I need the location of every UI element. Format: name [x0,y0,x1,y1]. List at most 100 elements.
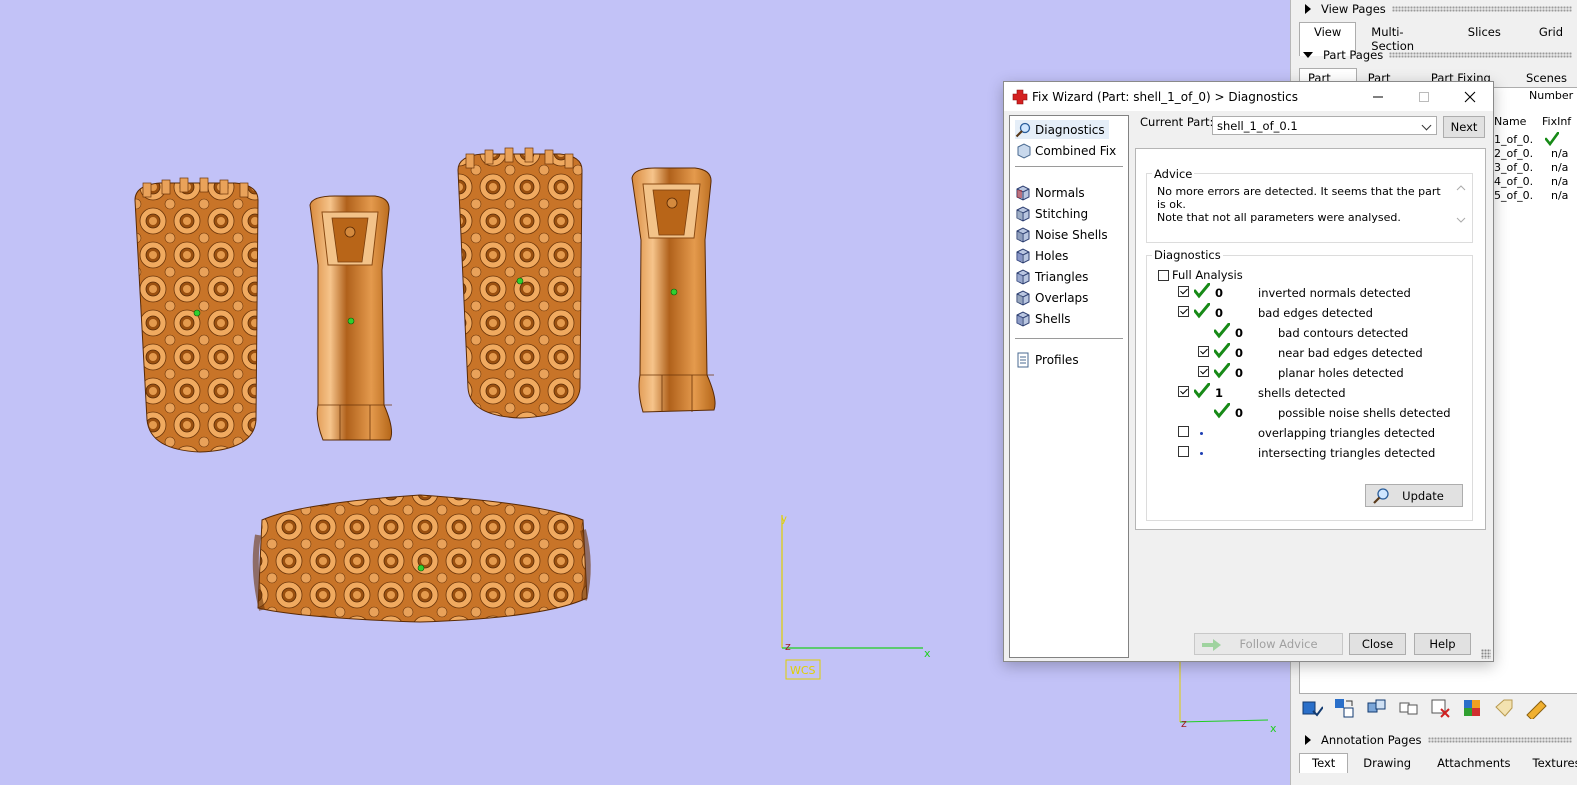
update-button[interactable]: Update [1365,484,1463,507]
diag-row-checkbox[interactable] [1198,346,1209,357]
part-fixinfo: n/a [1551,147,1569,160]
follow-advice-button[interactable]: Follow Advice [1194,633,1343,655]
nav-normals-label: Normals [1035,185,1085,200]
view-pages-header[interactable]: View Pages [1291,0,1577,18]
noise-shells-icon [1016,226,1030,243]
nav-diagnostics[interactable]: Diagnostics [1015,120,1109,139]
nav-holes[interactable]: Holes [1015,246,1072,265]
follow-advice-label: Follow Advice [1239,637,1318,651]
nav-noise-shells-label: Noise Shells [1035,227,1108,242]
tag-icon[interactable] [1491,695,1517,721]
current-part-label: Current Part: [1140,115,1214,129]
tab-attachments[interactable]: Attachments [1426,753,1521,773]
help-button[interactable]: Help [1414,633,1471,655]
nav-profiles[interactable]: Profiles [1015,350,1083,369]
diag-row-checkbox[interactable] [1178,306,1189,317]
diag-text: overlapping triangles detected [1258,426,1436,440]
col-name-header[interactable]: Name [1494,115,1526,128]
ring-top-view[interactable] [252,494,591,623]
resize-grip[interactable] [1481,649,1491,659]
tab-text[interactable]: Text [1299,753,1349,773]
tab-textures[interactable]: Textures [1522,753,1577,773]
dialog-titlebar[interactable]: Fix Wizard (Part: shell_1_of_0) > Diagno… [1004,82,1493,111]
z2-axis-label: z [1181,717,1187,730]
diag-count: 0 [1215,286,1224,300]
overlaps-icon [1016,289,1030,306]
cube-merge-icon[interactable] [1395,695,1421,721]
delete-part-icon[interactable] [1427,695,1453,721]
part-fixinfo: n/a [1551,161,1569,174]
diag-count: 0 [1235,406,1244,420]
diag-row-checkbox[interactable] [1178,446,1189,457]
part-toolbar [1299,695,1549,721]
col-number-header[interactable]: Number [1529,89,1573,102]
tab-drawing[interactable]: Drawing [1348,753,1426,773]
diag-row-checkbox[interactable] [1178,286,1189,297]
full-analysis-checkbox[interactable] [1158,270,1169,281]
secondary-axis-gizmo: z x [1179,660,1277,735]
diag-row-checkbox[interactable] [1178,386,1189,397]
ring-front-view-1[interactable] [134,177,259,453]
annotation-pages-header[interactable]: Annotation Pages [1291,731,1577,749]
select-parts-icon[interactable] [1299,695,1325,721]
advice-title: Advice [1152,167,1195,181]
expand-arrow-icon [1305,735,1311,745]
cube-split-icon[interactable] [1363,695,1389,721]
nav-noise-shells[interactable]: Noise Shells [1015,225,1112,244]
diag-row-checkbox[interactable] [1198,366,1209,377]
part-name: 4_of_0. [1494,175,1534,188]
ring-front-view-2[interactable] [457,147,583,419]
y-axis-label: y [781,514,787,525]
diag-count: 0 [1215,306,1224,320]
annotation-tabs: Text Drawing Attachments Textures [1299,753,1577,773]
nav-normals[interactable]: Normals [1015,183,1089,202]
diag-count: 0 [1235,326,1244,340]
ring-side-view-1[interactable] [309,195,392,441]
green-check-icon [1214,403,1230,419]
nav-stitching[interactable]: Stitching [1015,204,1092,223]
diag-text: bad contours detected [1278,326,1409,340]
part-pages-header[interactable]: Part Pages [1291,46,1577,64]
nav-shells[interactable]: Shells [1015,309,1075,328]
x2-axis-label: x [1270,722,1277,735]
nav-triangles-label: Triangles [1035,269,1089,284]
triangles-icon [1016,268,1030,285]
nav-diagnostics-label: Diagnostics [1035,122,1105,137]
ruler-icon[interactable] [1523,695,1549,721]
close-window-button[interactable] [1447,82,1493,111]
diag-row-checkbox[interactable] [1178,426,1189,437]
close-button[interactable]: Close [1349,633,1406,655]
next-button[interactable]: Next [1443,116,1485,138]
col-fixinfo-header[interactable]: FixInf [1542,115,1571,128]
nav-overlaps[interactable]: Overlaps [1015,288,1092,307]
advice-scrollbar[interactable] [1454,182,1468,226]
diag-text: bad edges detected [1258,306,1373,320]
part-fixinfo: n/a [1551,189,1569,202]
diag-text: near bad edges detected [1278,346,1423,360]
minimize-button[interactable] [1355,82,1401,111]
magnifier-icon [1373,488,1389,504]
advice-text: No more errors are detected. It seems th… [1157,185,1447,224]
nav-combined-fix[interactable]: Combined Fix [1015,141,1120,160]
diag-text: intersecting triangles detected [1258,446,1436,460]
maximize-button[interactable] [1401,82,1447,111]
collapse-arrow-icon [1303,52,1313,58]
diagnostics-title: Diagnostics [1152,248,1223,262]
green-check-icon [1194,383,1210,399]
green-check-icon [1545,132,1559,146]
ring-side-view-2[interactable] [631,167,716,413]
holes-icon [1016,247,1030,264]
diag-text: inverted normals detected [1258,286,1411,300]
diag-count: 1 [1215,386,1224,400]
swap-selection-icon[interactable] [1331,695,1357,721]
current-part-select[interactable]: shell_1_of_0.1 [1212,116,1437,135]
green-check-icon [1214,343,1230,359]
not-analysed-dot [1200,432,1203,435]
normals-icon [1016,184,1030,201]
part-name: 1_of_0. [1494,133,1534,146]
view-pages-title: View Pages [1321,2,1386,16]
x-axis-label: x [924,647,931,660]
nav-triangles[interactable]: Triangles [1015,267,1092,286]
color-part-icon[interactable] [1459,695,1485,721]
diag-text: shells detected [1258,386,1346,400]
